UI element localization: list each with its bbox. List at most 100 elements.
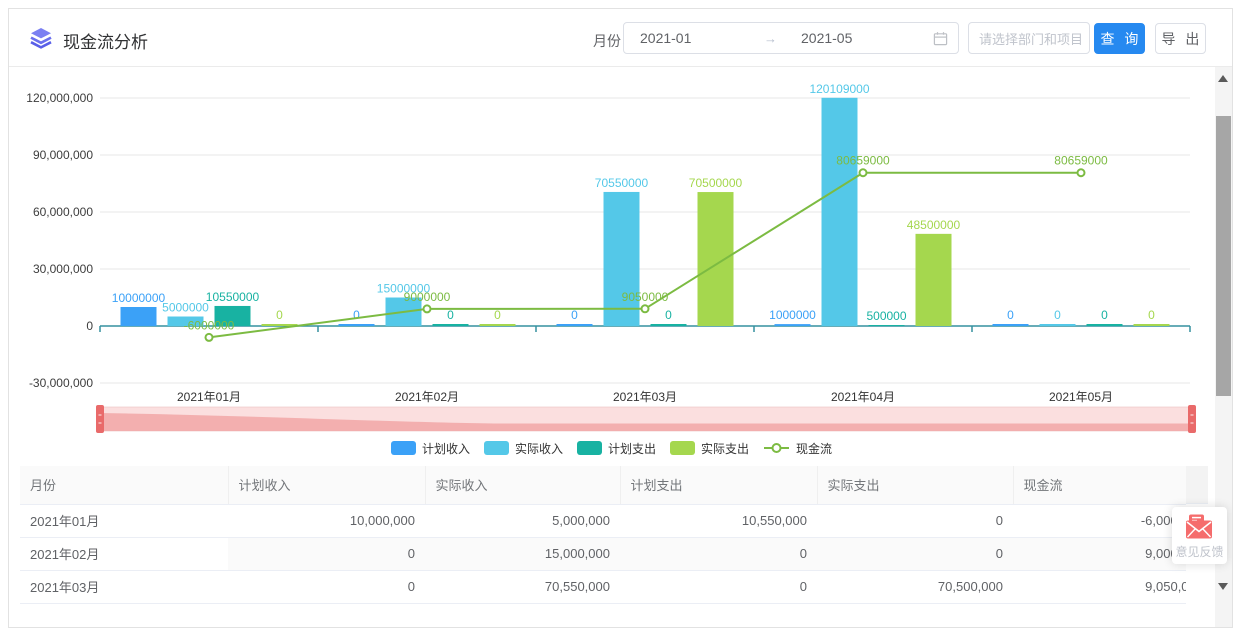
value-cell: -6,000,000 [1013,504,1186,537]
bar-value-label: 10550000 [206,290,260,304]
line-value-label: 9050000 [622,290,669,304]
range-arrow-icon: → [764,31,777,46]
y-axis-tick-label: 90,000,000 [33,148,93,162]
bar-value-label: 48500000 [907,218,961,232]
slider-handle-left[interactable] [96,405,104,433]
chart-bar [651,324,687,326]
bar-value-label: 0 [447,308,454,322]
bar-value-label: 0 [1148,308,1155,322]
table-row: 2021年02月015,000,000009,000,000 [20,537,1186,570]
legend-swatch [577,441,602,455]
line-point [1078,169,1085,176]
cashflow-analysis-card: 现金流分析 月份 2021-01 → 2021-05 请选择部门和项目 查 询 … [8,8,1233,628]
table-scroll-gutter [1186,466,1208,504]
y-axis-tick-label: 120,000,000 [26,91,93,105]
table-row: 2021年01月10,000,0005,000,00010,550,0000-6… [20,504,1186,537]
chart-bar [1040,324,1076,326]
legend-swatch [670,441,695,455]
feedback-button[interactable]: 意见反馈 [1172,507,1227,564]
y-axis-tick-label: 30,000,000 [33,262,93,276]
chart-bar [775,324,811,326]
line-value-label: 80659000 [836,154,890,168]
export-button[interactable]: 导 出 [1155,23,1206,54]
slider-handle-right[interactable] [1188,405,1196,433]
bar-value-label: 120109000 [809,82,869,96]
value-cell: 15,000,000 [425,537,620,570]
chart-bar [869,325,905,326]
month-cell: 2021年02月 [20,537,228,570]
value-cell: 70,550,000 [425,570,620,603]
bar-value-label: 0 [1007,308,1014,322]
chart-bar [339,324,375,326]
line-value-label: -6000000 [184,318,235,332]
chart-legend: 计划收入 实际收入 计划支出 实际支出现金流 [9,438,1214,458]
value-cell: 9,000,000 [1013,537,1186,570]
y-axis-tick-label: 0 [86,319,93,333]
date-range-picker[interactable]: 2021-01 → 2021-05 [623,22,959,54]
value-cell: 10,550,000 [620,504,817,537]
legend-item[interactable]: 计划收入 [391,440,470,457]
bar-value-label: 70550000 [595,176,649,190]
bar-value-label: 0 [1101,308,1108,322]
y-axis-tick-label: -30,000,000 [29,376,93,390]
line-value-label: 80659000 [1054,154,1108,168]
legend-swatch [391,441,416,455]
bar-value-label: 0 [665,308,672,322]
date-end-value[interactable]: 2021-05 [777,30,907,46]
value-cell: 0 [228,570,425,603]
bar-value-label: 0 [353,308,360,322]
date-start-value[interactable]: 2021-01 [624,30,764,46]
legend-line-symbol [763,441,790,455]
x-axis-category-label: 2021年05月 [1049,390,1113,404]
bar-value-label: 0 [276,308,283,322]
scroll-down-arrow[interactable] [1218,583,1228,590]
legend-item[interactable]: 计划支出 [577,440,656,457]
legend-label: 实际支出 [701,440,749,457]
chart-bar [1087,324,1123,326]
value-cell: 0 [620,537,817,570]
bar-value-label: 0 [571,308,578,322]
app-header: 现金流分析 月份 2021-01 → 2021-05 请选择部门和项目 查 询 … [9,9,1232,67]
legend-swatch [484,441,509,455]
scroll-up-arrow[interactable] [1218,75,1228,82]
chart-bar [433,324,469,326]
legend-label: 计划支出 [608,440,656,457]
chart-bar [822,98,858,326]
query-button[interactable]: 查 询 [1094,23,1145,54]
table-header-cell: 实际支出 [817,466,1013,504]
data-zoom-slider[interactable] [100,407,1192,431]
x-axis-category-label: 2021年03月 [613,390,677,404]
month-filter-label: 月份 [593,31,621,51]
x-axis-category-label: 2021年01月 [177,390,241,404]
cashflow-table: 月份计划收入实际收入计划支出实际支出现金流 2021年01月10,000,000… [20,466,1186,604]
feedback-label: 意见反馈 [1175,543,1223,560]
table-header-cell: 现金流 [1013,466,1186,504]
calendar-icon [933,31,948,46]
scrollbar-thumb[interactable] [1216,116,1231,396]
line-point [424,305,431,312]
chart-bar [698,192,734,326]
legend-item[interactable]: 现金流 [763,440,832,457]
department-project-select[interactable]: 请选择部门和项目 [968,22,1090,54]
select-placeholder: 请选择部门和项目 [969,29,1083,48]
month-cell: 2021年03月 [20,570,228,603]
cashflow-chart: 120,000,00090,000,00060,000,00030,000,00… [9,67,1214,409]
bar-value-label: 70500000 [689,176,743,190]
value-cell: 0 [620,570,817,603]
chart-bar [916,234,952,326]
legend-label: 实际收入 [515,440,563,457]
value-cell: 10,000,000 [228,504,425,537]
bar-value-label: 500000 [866,309,906,323]
legend-label: 计划收入 [422,440,470,457]
table-row: 2021年03月070,550,000070,500,0009,050,000 [20,570,1186,603]
value-cell: 0 [817,537,1013,570]
chart-bar [993,324,1029,326]
slider-selected-range[interactable] [100,407,1192,431]
table-header-cell: 月份 [20,466,228,504]
value-cell: 0 [228,537,425,570]
bar-value-label: 1000000 [769,308,816,322]
legend-item[interactable]: 实际支出 [670,440,749,457]
bar-value-label: 0 [494,308,501,322]
table-header-cell: 实际收入 [425,466,620,504]
legend-item[interactable]: 实际收入 [484,440,563,457]
